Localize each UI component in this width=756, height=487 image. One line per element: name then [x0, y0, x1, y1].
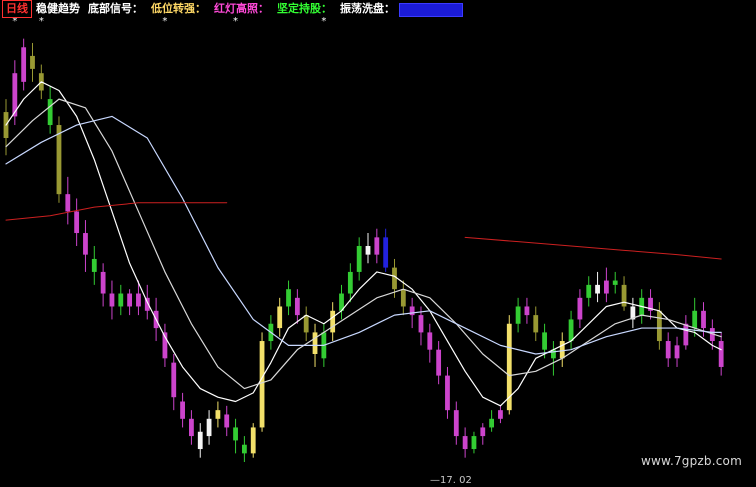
candle-body [47, 99, 53, 126]
candle-body [480, 427, 486, 437]
candle-body [674, 345, 680, 359]
candle-body [180, 401, 185, 419]
candle-body [471, 436, 477, 450]
candle-body [241, 444, 247, 454]
candle-body [621, 284, 627, 307]
candle-body [171, 362, 177, 398]
candle-body [30, 55, 35, 69]
moving-average-line-2 [5, 115, 722, 355]
candle-body [445, 375, 450, 411]
candle-body [206, 418, 212, 437]
candle-body [312, 332, 318, 354]
candle-body [277, 306, 283, 329]
candle-body [365, 246, 371, 255]
candle-body [559, 341, 565, 359]
candle-body [356, 246, 362, 272]
candle-body [692, 310, 698, 329]
date-axis-label: —17. 02 [430, 475, 472, 486]
candle-body [533, 315, 539, 333]
candle-body [453, 410, 459, 437]
candle-body [374, 237, 380, 255]
candle-body [189, 418, 194, 437]
candle-body [74, 211, 80, 234]
candle-body [577, 297, 583, 320]
candle-body [294, 297, 300, 316]
candle-body [400, 289, 406, 307]
candle-body [701, 310, 706, 329]
candle-body [215, 410, 221, 419]
candle-body [409, 306, 415, 316]
candle-body [427, 332, 433, 350]
candle-body [21, 47, 27, 82]
moving-average-line-0 [5, 81, 722, 407]
candle-body [91, 258, 97, 272]
watermark: www.7gpzb.com [641, 454, 742, 468]
candle-body [462, 436, 468, 450]
candle-body [347, 271, 353, 294]
candle-body [489, 418, 495, 428]
candle-body [118, 293, 124, 307]
candle-body [100, 271, 106, 294]
candle-body [586, 284, 592, 298]
candle-body [136, 293, 141, 307]
candle-body [612, 280, 618, 285]
candle-body [56, 125, 62, 195]
candle-body [83, 233, 88, 255]
stock-chart-root: 日线 稳健趋势 底部信号： 低位转强： 红灯高照： 坚定持股： 振荡洗盘： * * * * * ww… [0, 0, 756, 487]
candle-body [224, 414, 230, 428]
moving-average-line-3 [5, 202, 228, 221]
candle-body [515, 306, 521, 324]
candle-body [683, 323, 689, 346]
candle-body [330, 310, 336, 333]
candle-body [383, 237, 389, 268]
candle-body [233, 427, 238, 441]
candle-body [109, 293, 115, 307]
bottom-axis-strip [0, 477, 756, 487]
candle-body [436, 349, 442, 376]
candle-body [250, 427, 256, 454]
candle-body [656, 310, 662, 342]
candlestick-chart-svg: * * * * * [3, 16, 724, 462]
candle-body [65, 194, 71, 212]
candle-body [392, 267, 397, 290]
candle-body [259, 341, 265, 428]
candle-body [418, 315, 424, 333]
moving-average-line-1 [5, 98, 722, 390]
candle-body [595, 284, 600, 294]
candle-body [568, 319, 574, 342]
candle-body [286, 289, 291, 307]
candle-body [542, 332, 547, 350]
candle-body [197, 431, 203, 450]
candle-body [498, 410, 503, 419]
candle-body [524, 306, 530, 316]
candle-body [665, 341, 671, 359]
signal-marker-row [0, 15, 756, 25]
candle-body [303, 315, 309, 333]
candle-body [603, 280, 609, 294]
candle-body [127, 293, 133, 307]
candle-body [718, 341, 724, 367]
moving-average-line-4 [464, 236, 722, 260]
